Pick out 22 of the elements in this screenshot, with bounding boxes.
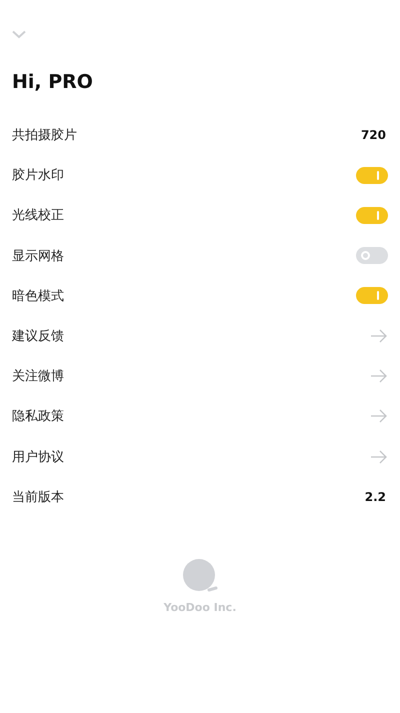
setting-label: 共拍摄胶片 (12, 127, 77, 144)
toggle-switch[interactable] (356, 247, 388, 264)
toggle-switch[interactable] (356, 287, 388, 304)
arrow-right-icon[interactable] (370, 409, 388, 424)
arrow-right-icon[interactable] (370, 329, 388, 344)
greeting-title: Hi, PRO (12, 70, 94, 95)
setting-label: 显示网格 (12, 248, 64, 265)
row-value: 720 (360, 128, 386, 142)
arrow-right-icon[interactable] (370, 450, 388, 464)
setting-label: 胶片水印 (12, 167, 64, 184)
setting-label: 建议反馈 (12, 328, 64, 346)
setting-label: 暗色模式 (12, 288, 64, 305)
arrow-right-icon[interactable] (370, 369, 388, 384)
setting-label: 隐私政策 (12, 408, 64, 426)
setting-label: 用户协议 (12, 448, 64, 466)
setting-label: 当前版本 (12, 488, 64, 506)
chevron-down-icon[interactable] (12, 30, 26, 39)
toggle-switch[interactable] (356, 206, 388, 224)
row-value: 2.2 (364, 490, 386, 504)
toggle-switch[interactable] (356, 166, 388, 184)
setting-label: 关注微博 (12, 368, 64, 386)
setting-label: 光线校正 (12, 207, 64, 224)
